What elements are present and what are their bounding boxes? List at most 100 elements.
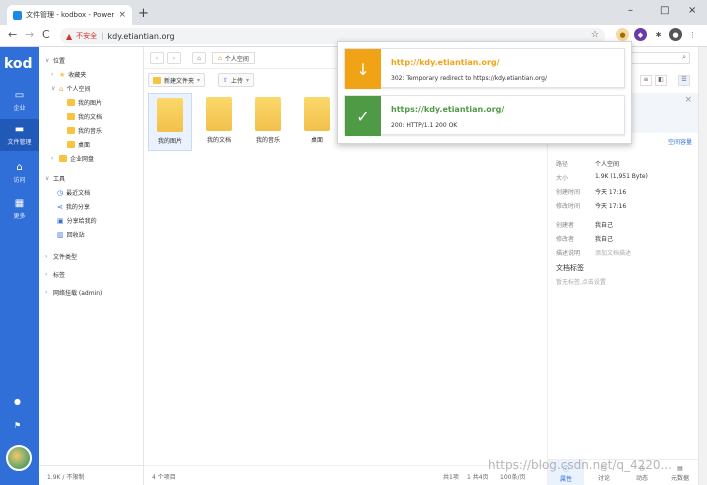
tab-label: 元数据 [670,474,689,482]
kod-logo: kod [4,56,33,72]
tab-close-icon[interactable]: × [118,10,126,20]
app-rail: kod ▭ 企业 ▬ 文件管理 ⌂ 访问 ▦ 更多 ● ⚑ [0,47,39,485]
tags-hint[interactable]: 暂无标签,点击设置 [556,277,606,286]
bookmark-star-icon[interactable]: ☆ [591,30,599,40]
tree-label: 我的音乐 [78,128,103,135]
minimize-button[interactable]: – [628,5,633,16]
tree-label: 回收站 [66,232,85,239]
rail-enterprise[interactable]: ▭ 企业 [0,85,39,117]
page-info[interactable]: 1 共4页 [467,472,489,481]
tree-tags[interactable]: › 标签 [45,270,65,279]
browser-tab[interactable]: 文件管理 - kodbox - Powered b × [7,5,132,25]
home-icon[interactable]: ⌂ [192,52,206,64]
quota-status: 1.9K / 不限制 [39,465,143,485]
prop-value: 1.9K (1,951 Byte) [595,173,648,180]
tree-label: 工具 [53,176,66,183]
tree-enterprise[interactable]: › 企业网盘 [51,154,94,163]
tree-item-documents[interactable]: 我的文档 [67,112,102,121]
redirect-entry[interactable]: ↓ http://kdy.etiantian.org/ 302: Tempora… [344,48,625,89]
file-label: 我的音乐 [255,137,280,144]
prop-value: 今天 17:16 [595,189,627,196]
tree-item-pictures[interactable]: 我的图片 [67,98,102,107]
menu-icon[interactable]: ⋮ [686,28,699,41]
rail-access[interactable]: ⌂ 访问 [0,157,39,189]
split-view-icon[interactable]: ◧ [655,75,667,86]
redirect-extension-icon[interactable]: ● [616,28,629,41]
chevron-down-icon: ∨ [45,175,50,182]
avatar[interactable] [6,445,32,471]
chevron-down-icon: ▾ [197,76,201,84]
metadata-icon: ▤ [677,464,683,472]
tree-item-music[interactable]: 我的音乐 [67,126,102,135]
redirect-entry[interactable]: ✓ https://kdy.etiantian.org/ 200: HTTP/1… [344,95,625,136]
tree-file-types[interactable]: › 文件类型 [45,252,77,261]
chevron-right-icon: › [45,253,48,260]
tree-label: 个人空间 [66,86,91,93]
extension-icon[interactable]: ◆ [634,28,647,41]
bell-icon[interactable]: ● [14,397,21,406]
rail-label: 文件管理 [7,139,32,146]
tree-recycle-bin[interactable]: ▥ 回收站 [57,230,85,240]
entry-url: https://kdy.etiantian.org/ [391,105,505,114]
space-capacity-link[interactable]: 空间容量 [668,137,692,146]
flag-icon[interactable]: ⚑ [14,421,21,430]
new-folder-button[interactable]: 新建文件夹 ▾ [148,73,206,87]
rail-more[interactable]: ▦ 更多 [0,193,39,225]
page-size-select[interactable]: 100条/页 [500,472,525,481]
warning-icon: ▲ [66,31,73,41]
tree-personal[interactable]: ∨ ⌂ 个人空间 [51,84,91,94]
tree-label: 我的文档 [78,114,103,121]
file-item-pictures[interactable]: 我的图片 [148,93,192,151]
insecure-label: 不安全 [76,32,98,40]
folder-icon [157,98,183,132]
breadcrumb[interactable]: ⌂ 个人空间 [212,52,255,64]
detail-view-icon[interactable]: ☰ [678,75,690,86]
file-item-music[interactable]: 我的音乐 [246,93,290,151]
folder-icon [304,97,330,131]
forward-icon[interactable]: → [25,28,34,41]
scrollbar[interactable] [698,47,707,485]
chevron-right-icon: › [51,71,54,78]
maximize-button[interactable]: □ [660,5,669,16]
folder-icon [67,127,75,134]
watermark: https://blog.csdn.net/q_4220... [488,458,672,472]
close-icon[interactable]: × [684,95,692,105]
chevron-down-icon: ▾ [246,76,250,84]
reload-icon[interactable]: C [42,28,50,41]
upload-button[interactable]: ⇧ 上传 ▾ [218,73,255,87]
forward-icon[interactable]: › [167,52,181,64]
tree-my-shares[interactable]: ⋖ 我的分享 [57,202,90,212]
description-input[interactable]: 添加文档描述 [595,248,631,257]
file-item-desktop[interactable]: 桌面 [295,93,339,151]
tree-label: 收藏夹 [68,72,87,79]
entry-url: http://kdy.etiantian.org/ [391,58,500,67]
file-label: 桌面 [310,137,323,144]
back-icon[interactable]: ‹ [150,52,164,64]
tree-item-desktop[interactable]: 桌面 [67,140,90,149]
shared-folder-icon: ▣ [57,216,64,225]
tree-favorites[interactable]: › ★ 收藏夹 [51,70,87,80]
tree-shared-with-me[interactable]: ▣ 分享给我的 [57,216,97,226]
tree-location[interactable]: ∨ 位置 [45,56,65,65]
share-icon: ⋖ [57,202,63,211]
tree-label: 位置 [53,58,66,65]
tree-network-mount[interactable]: › 网络挂载 (admin) [45,288,102,297]
close-window-button[interactable]: × [688,5,696,16]
profile-icon[interactable]: ● [669,28,682,41]
new-tab-button[interactable]: + [138,7,149,20]
entry-status: 200: HTTP/1.1 200 OK [391,122,458,129]
rail-file-manager[interactable]: ▬ 文件管理 [0,119,39,151]
file-label: 我的文档 [206,137,231,144]
tree-recent[interactable]: ◷ 最近文档 [57,188,90,198]
tree-tools[interactable]: ∨ 工具 [45,174,65,183]
redirect-arrow-icon: ↓ [345,49,381,89]
search-icon[interactable]: ⌕ [630,52,690,64]
button-label: 上传 [231,77,244,85]
home-icon: ⌂ [218,54,222,62]
chevron-right-icon: › [51,155,54,162]
list-view-icon[interactable]: ≡ [640,75,652,86]
back-icon[interactable]: ← [8,28,17,41]
puzzle-icon[interactable]: ✱ [652,28,665,41]
tree-label: 标签 [53,272,66,279]
file-item-documents[interactable]: 我的文档 [197,93,241,151]
